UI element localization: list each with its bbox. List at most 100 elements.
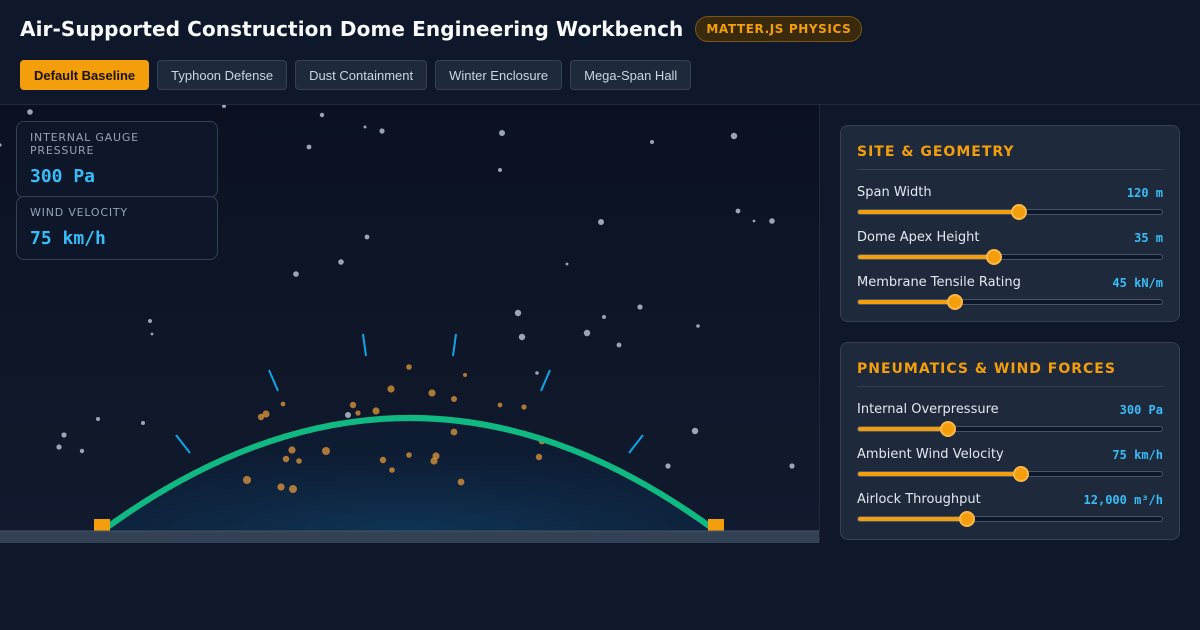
dust-particle bbox=[289, 485, 297, 493]
pressure-vector bbox=[268, 369, 279, 392]
wind-particle bbox=[61, 432, 67, 438]
dust-particle bbox=[296, 458, 302, 464]
airlock-throughput-value: 12,000 m³/h bbox=[1083, 493, 1163, 507]
dust-particle bbox=[372, 407, 380, 415]
pneumatics-panel: PNEUMATICS & WIND FORCES Internal Overpr… bbox=[840, 342, 1180, 540]
apex-height-slider-fill bbox=[858, 255, 994, 259]
wind-particle bbox=[363, 125, 367, 129]
wind-particle bbox=[665, 463, 671, 469]
wind-particle bbox=[602, 315, 606, 319]
dust-particle bbox=[406, 452, 412, 458]
span-width-value: 120 m bbox=[1126, 186, 1163, 200]
wind-particle bbox=[364, 234, 370, 240]
dust-particle bbox=[379, 456, 387, 464]
wind-particle bbox=[141, 421, 145, 425]
apex-height-label: Dome Apex Height bbox=[857, 230, 980, 245]
apex-height-control: Dome Apex Height 35 m bbox=[857, 215, 1163, 265]
dust-particle bbox=[280, 401, 286, 407]
wind-particle bbox=[338, 259, 344, 265]
wind-velocity-slider-fill bbox=[858, 472, 1021, 476]
ground-slab bbox=[0, 531, 819, 543]
dust-particle bbox=[450, 428, 458, 436]
pressure-readout-label: INTERNAL GAUGE PRESSURE bbox=[30, 131, 139, 157]
tensile-rating-label: Membrane Tensile Rating bbox=[857, 275, 1021, 290]
overpressure-label: Internal Overpressure bbox=[857, 402, 999, 417]
wind-particle bbox=[150, 332, 154, 336]
preset-typhoon-defense-button[interactable]: Typhoon Defense bbox=[157, 60, 288, 90]
wind-particle bbox=[730, 132, 738, 140]
simulation-canvas[interactable]: INTERNAL GAUGE PRESSURE 300 Pa WIND VELO… bbox=[0, 105, 820, 543]
dust-particle bbox=[243, 476, 251, 484]
dust-particle bbox=[428, 389, 436, 397]
wind-particle bbox=[306, 144, 312, 150]
pressure-vector bbox=[175, 434, 191, 454]
pressure-vector bbox=[452, 333, 457, 357]
dust-particle bbox=[389, 467, 395, 473]
pressure-vector bbox=[362, 333, 367, 357]
wind-particle bbox=[696, 324, 700, 328]
wind-readout: WIND VELOCITY 75 km/h bbox=[16, 196, 218, 260]
wind-particle bbox=[499, 130, 505, 136]
dust-particle bbox=[463, 373, 467, 377]
site-geometry-panel: SITE & GEOMETRY Span Width 120 m Dome Ap… bbox=[840, 125, 1180, 322]
wind-particle bbox=[319, 112, 325, 118]
engine-badge: MATTER.JS PHYSICS bbox=[695, 16, 863, 42]
pressure-readout: INTERNAL GAUGE PRESSURE 300 Pa bbox=[16, 121, 218, 198]
dust-particle bbox=[457, 478, 465, 486]
tensile-rating-control: Membrane Tensile Rating 45 kN/m bbox=[857, 260, 1163, 310]
preset-dust-containment-button[interactable]: Dust Containment bbox=[295, 60, 428, 90]
apex-height-value: 35 m bbox=[1134, 231, 1163, 245]
airlock-throughput-slider-fill bbox=[858, 517, 968, 521]
dust-particle bbox=[288, 446, 296, 454]
overpressure-value: 300 Pa bbox=[1119, 403, 1163, 417]
app-title: Air-Supported Construction Dome Engineer… bbox=[20, 17, 684, 41]
dust-particle bbox=[406, 364, 412, 370]
tensile-rating-slider[interactable] bbox=[857, 294, 1163, 310]
right-anchor[interactable] bbox=[708, 519, 724, 531]
airlock-throughput-label: Airlock Throughput bbox=[857, 492, 981, 507]
wind-velocity-value: 75 km/h bbox=[1112, 448, 1163, 462]
dust-particle bbox=[282, 455, 290, 463]
wind-particle bbox=[222, 105, 226, 108]
title-row: Air-Supported Construction Dome Engineer… bbox=[20, 15, 863, 43]
pneumatics-title: PNEUMATICS & WIND FORCES bbox=[857, 343, 1163, 387]
dust-particle bbox=[430, 457, 438, 465]
wind-particle bbox=[498, 168, 502, 172]
airlock-throughput-slider[interactable] bbox=[857, 511, 1163, 527]
overpressure-control: Internal Overpressure 300 Pa bbox=[857, 387, 1163, 437]
span-width-slider-fill bbox=[858, 210, 1020, 214]
overpressure-slider-fill bbox=[858, 427, 949, 431]
wind-particle bbox=[535, 371, 539, 375]
span-width-control: Span Width 120 m bbox=[857, 170, 1163, 220]
wind-particle bbox=[79, 448, 85, 454]
dust-particle bbox=[277, 483, 285, 491]
left-anchor[interactable] bbox=[94, 519, 110, 531]
tensile-rating-slider-thumb[interactable] bbox=[947, 294, 964, 310]
tensile-rating-slider-fill bbox=[858, 300, 956, 304]
wind-particle bbox=[650, 140, 654, 144]
preset-mega-span-hall-button[interactable]: Mega-Span Hall bbox=[570, 60, 692, 90]
wind-particle bbox=[752, 219, 756, 223]
wind-particle bbox=[583, 329, 591, 337]
wind-particle bbox=[691, 427, 699, 435]
wind-particle bbox=[518, 333, 526, 341]
pressure-vector bbox=[628, 434, 644, 454]
preset-bar: Default Baseline Typhoon Defense Dust Co… bbox=[20, 60, 692, 90]
dust-particle bbox=[497, 402, 503, 408]
preset-winter-enclosure-button[interactable]: Winter Enclosure bbox=[435, 60, 563, 90]
dust-particle bbox=[257, 413, 265, 421]
span-width-label: Span Width bbox=[857, 185, 932, 200]
wind-particle bbox=[565, 262, 569, 266]
wind-particle bbox=[148, 319, 152, 323]
wind-particle bbox=[56, 444, 62, 450]
airlock-throughput-slider-thumb[interactable] bbox=[959, 511, 976, 527]
preset-default-baseline-button[interactable]: Default Baseline bbox=[20, 60, 150, 90]
wind-particle bbox=[293, 271, 299, 277]
site-geometry-title: SITE & GEOMETRY bbox=[857, 126, 1163, 170]
wind-particle bbox=[345, 412, 351, 418]
dust-particle bbox=[535, 453, 543, 461]
wind-velocity-label: Ambient Wind Velocity bbox=[857, 447, 1004, 462]
dust-particle bbox=[521, 404, 527, 410]
wind-particle bbox=[616, 342, 622, 348]
tensile-rating-value: 45 kN/m bbox=[1112, 276, 1163, 290]
